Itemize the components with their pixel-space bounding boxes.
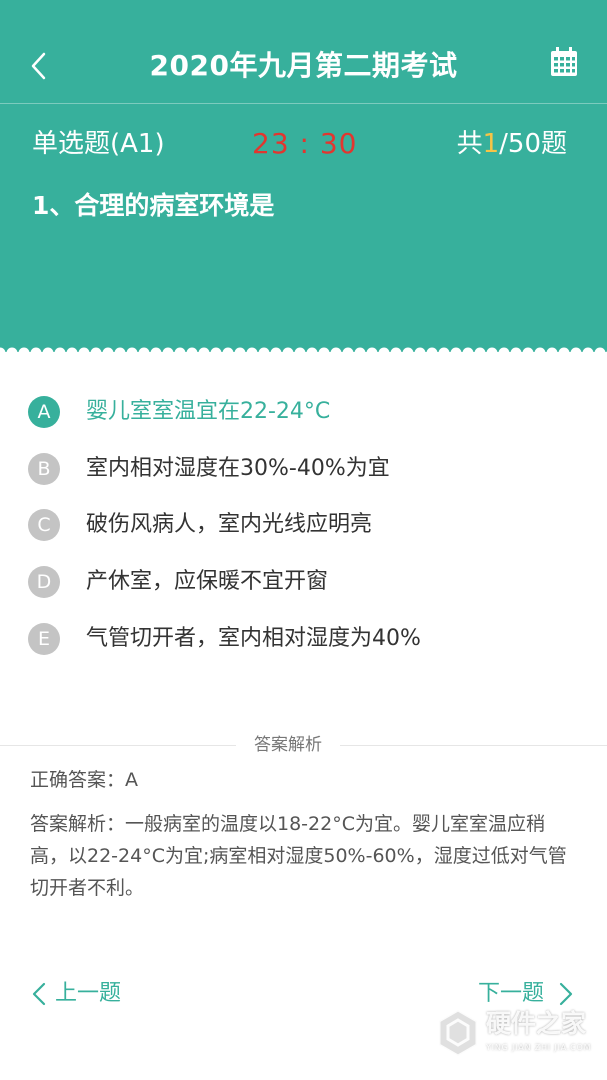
counter-suffix: /50题 (499, 129, 567, 159)
scallop-dot (18, 347, 30, 358)
scallop-dot (138, 347, 150, 358)
scallop-dot (486, 347, 498, 358)
scallop-dot (462, 347, 474, 358)
option-letter-badge: A (28, 396, 60, 428)
scallop-dot (186, 347, 198, 358)
option-text: 婴儿室室温宜在22-24°C (86, 399, 331, 424)
page-title: 2020年九月第二期考试 (149, 49, 458, 82)
scallop-dot (162, 347, 174, 358)
scallop-dot (54, 347, 66, 358)
header-divider (0, 103, 607, 104)
option-a[interactable]: A 婴儿室室温宜在22-24°C (28, 392, 588, 432)
question-counter: 共1/50题 (457, 124, 567, 164)
scallop-dot (522, 347, 534, 358)
scallop-dot (426, 347, 438, 358)
scallop-dot (498, 347, 510, 358)
scallop-dot (150, 347, 162, 358)
scallop-dot (222, 347, 234, 358)
counter-prefix: 共 (456, 129, 483, 159)
scallop-dot (258, 347, 270, 358)
option-c[interactable]: C 破伤风病人，室内光线应明亮 (28, 505, 588, 545)
scallop-dot (330, 347, 342, 358)
scallop-dot (582, 347, 594, 358)
counter-current: 1 (482, 129, 500, 159)
scallop-dot (246, 347, 258, 358)
scallop-dot (6, 347, 18, 358)
scallop-dot (30, 347, 42, 358)
scallop-dot (282, 347, 294, 358)
scallop-dot (318, 347, 330, 358)
answer-sheet-button[interactable] (549, 46, 579, 78)
question-text: 1、合理的病室环境是 (32, 191, 275, 220)
countdown-timer: 23 : 30 (252, 127, 358, 160)
option-text: 产休室，应保暖不宜开窗 (86, 569, 329, 594)
hexagon-logo-icon (437, 1008, 479, 1058)
option-e[interactable]: E 气管切开者，室内相对湿度为40% (28, 619, 588, 659)
option-text: 室内相对湿度在30%-40%为宜 (86, 456, 390, 481)
scallop-dot (546, 347, 558, 358)
scallop-dot (390, 347, 402, 358)
scallop-dot (342, 347, 354, 358)
watermark-subtext: YING JIAN ZHI JIA.COM (486, 1043, 592, 1052)
scallop-dot (78, 347, 90, 358)
scallop-dot (234, 347, 246, 358)
site-watermark: 硬件之家 YING JIAN ZHI JIA.COM (436, 1006, 596, 1062)
answer-explanation: 答案解析：一般病室的温度以18-22°C为宜。婴儿室室温应稍高，以22-24°C… (30, 813, 567, 899)
exam-header: 2020年九月第二期考试 单选题(A1) 23 : 30 共1/50题 1、合理… (0, 0, 607, 352)
correct-answer: 正确答案：A (30, 769, 138, 791)
scallop-dot (306, 347, 318, 358)
option-letter-badge: B (28, 453, 60, 485)
prev-question-button[interactable]: 上一题 (30, 974, 121, 1014)
scallop-dot (294, 347, 306, 358)
scallop-dot (90, 347, 102, 358)
scallop-dot (174, 347, 186, 358)
option-letter-badge: C (28, 509, 60, 541)
scallop-dot (366, 347, 378, 358)
option-letter-badge: E (28, 623, 60, 655)
scallop-dot (66, 347, 78, 358)
chevron-left-icon (32, 982, 46, 1006)
analysis-heading: 答案解析 (236, 732, 340, 758)
scallop-dot (114, 347, 126, 358)
scallop-dot (354, 347, 366, 358)
scallop-dot (210, 347, 222, 358)
scallop-dot (594, 347, 606, 358)
option-text: 气管切开者，室内相对湿度为40% (86, 626, 421, 651)
scallop-dot (570, 347, 582, 358)
scallop-dot (438, 347, 450, 358)
scallop-dot (198, 347, 210, 358)
scallop-dot (378, 347, 390, 358)
scallop-dot (534, 347, 546, 358)
scallop-dot (102, 347, 114, 358)
scallop-dot (510, 347, 522, 358)
next-question-label: 下一题 (477, 981, 544, 1006)
scallop-dot (126, 347, 138, 358)
scallop-dot (42, 347, 54, 358)
question-type: 单选题(A1) (32, 129, 165, 159)
calendar-icon (551, 47, 577, 76)
scallop-dot (558, 347, 570, 358)
scallop-dot (270, 347, 282, 358)
scallop-dot (474, 347, 486, 358)
prev-question-label: 上一题 (55, 981, 122, 1006)
scallop-dot (450, 347, 462, 358)
option-text: 破伤风病人，室内光线应明亮 (86, 512, 373, 537)
option-b[interactable]: B 室内相对湿度在30%-40%为宜 (28, 449, 588, 489)
scallop-dot (414, 347, 426, 358)
option-letter-badge: D (28, 566, 60, 598)
watermark-text: 硬件之家 (486, 1009, 587, 1038)
option-d[interactable]: D 产休室，应保暖不宜开窗 (28, 562, 588, 602)
header-scalloped-edge (0, 344, 607, 358)
scallop-dot (402, 347, 414, 358)
chevron-right-icon (559, 982, 573, 1006)
top-bar: 2020年九月第二期考试 (0, 0, 607, 104)
